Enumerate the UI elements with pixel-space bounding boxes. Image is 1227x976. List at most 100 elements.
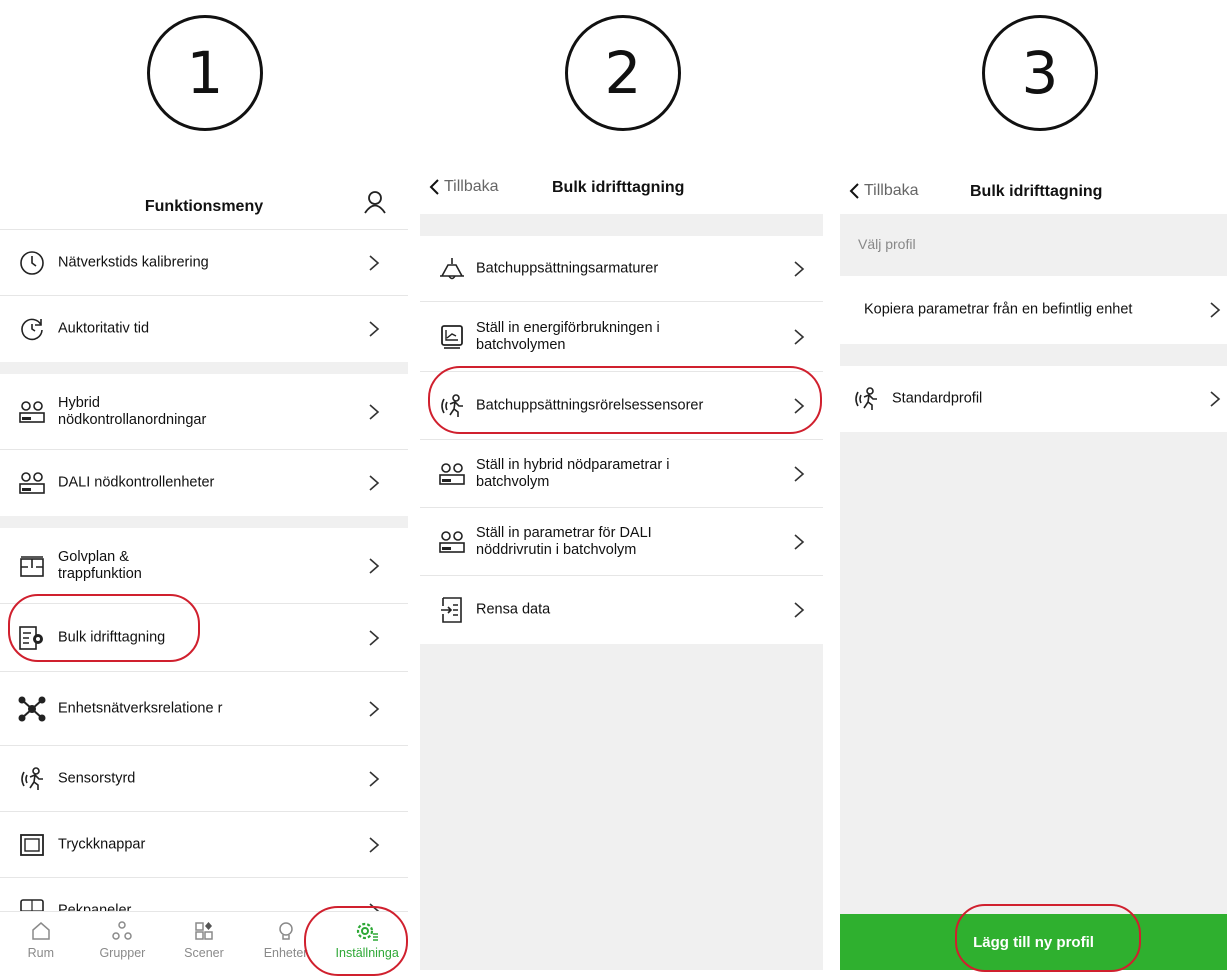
function-menu-screen: Funktionsmeny Nätverkstids kalibrering A… — [0, 160, 408, 970]
menu-item-label: Golvplan & trappfunktion — [58, 548, 142, 582]
ceiling-lamp-icon — [438, 255, 466, 283]
chevron-right-icon — [369, 475, 380, 491]
chevron-right-icon — [794, 328, 805, 345]
bulk-settings-icon — [18, 624, 46, 652]
header: Funktionsmeny — [0, 160, 408, 230]
section-divider — [840, 344, 1227, 366]
back-label: Tillbaka — [444, 178, 499, 195]
chevron-right-icon — [794, 397, 805, 414]
chevron-left-icon — [849, 183, 859, 199]
chevron-right-icon — [794, 602, 805, 618]
tab-label: Inställninga — [335, 946, 399, 960]
page-title: Bulk idrifttagning — [970, 183, 1103, 200]
header: Tillbaka Bulk idrifttagning — [420, 160, 823, 214]
item-label: Ställ in energiförbrukningen i batchvoly… — [476, 319, 660, 353]
menu-item-device-network-relations[interactable]: Enhetsnätverksrelatione r — [0, 672, 408, 746]
page-title: Funktionsmeny — [144, 198, 264, 215]
bottom-tab-bar: Rum Grupper Scener Enheter Inställninga — [0, 911, 408, 970]
chevron-right-icon — [794, 465, 805, 482]
motion-sensor-icon — [438, 392, 466, 420]
chevron-right-icon — [369, 254, 380, 271]
chevron-left-icon — [429, 179, 439, 195]
chevron-right-icon — [369, 321, 380, 337]
item-standard-profile[interactable]: Standardprofil — [840, 366, 1227, 432]
chevron-right-icon — [369, 629, 380, 646]
floorplan-icon — [18, 552, 46, 580]
item-label: Batchuppsättningsarmaturer — [476, 260, 659, 276]
item-batch-luminaires[interactable]: Batchuppsättningsarmaturer — [420, 236, 823, 302]
bulk-commissioning-screen: Tillbaka Bulk idrifttagning Batchuppsätt… — [420, 160, 823, 970]
user-profile-icon[interactable] — [364, 190, 386, 219]
bulb-icon — [278, 922, 293, 940]
emergency-device-icon — [18, 469, 46, 497]
menu-item-sensor-controlled[interactable]: Sensorstyrd — [0, 746, 408, 812]
tab-label: Enheter — [263, 946, 308, 960]
tab-label: Grupper — [99, 946, 146, 960]
chevron-right-icon — [369, 770, 380, 787]
menu-item-push-buttons[interactable]: Tryckknappar — [0, 812, 408, 878]
step-number-1: 1 — [147, 15, 263, 131]
header: Tillbaka Bulk idrifttagning — [840, 160, 1227, 214]
item-label: Ställ in parametrar för DALI nöddrivruti… — [476, 524, 652, 558]
clear-data-icon — [438, 596, 466, 624]
back-label: Tillbaka — [864, 182, 919, 199]
tab-scenes[interactable]: Scener — [163, 912, 245, 970]
item-label: Batchuppsättningsrörelsessensorer — [476, 397, 704, 413]
chevron-right-icon — [1210, 391, 1221, 407]
chevron-right-icon — [369, 557, 380, 574]
section-divider — [0, 362, 408, 374]
menu-item-bulk-commissioning[interactable]: Bulk idrifttagning — [0, 604, 408, 672]
back-button[interactable]: Tillbaka — [428, 178, 499, 196]
select-profile-screen: Tillbaka Bulk idrifttagning Välj profil … — [840, 160, 1227, 970]
push-button-icon — [18, 831, 46, 859]
tab-label: Rum — [27, 946, 54, 960]
menu-item-label: Nätverkstids kalibrering — [58, 254, 209, 270]
menu-item-floorplan[interactable]: Golvplan & trappfunktion — [0, 528, 408, 604]
home-icon — [32, 922, 50, 940]
menu-item-label: Auktoritativ tid — [58, 320, 150, 337]
item-label: Ställ in hybrid nödparametrar i batchvol… — [476, 456, 670, 490]
menu-item-label: Bulk idrifttagning — [58, 629, 166, 645]
item-label: Kopiera parametrar från en befintlig enh… — [864, 301, 1133, 318]
section-label: Välj profil — [858, 236, 916, 252]
step-number-3: 3 — [982, 15, 1098, 131]
menu-item-label: Tryckknappar — [58, 836, 146, 852]
item-label: Rensa data — [476, 601, 551, 618]
motion-sensor-icon — [852, 385, 880, 413]
chevron-right-icon — [794, 533, 805, 550]
tab-rooms[interactable]: Rum — [0, 912, 82, 970]
menu-item-label: DALI nödkontrollenheter — [58, 474, 215, 491]
chevron-right-icon — [794, 260, 805, 277]
item-batch-motion-sensors[interactable]: Batchuppsättningsrörelsessensorer — [420, 372, 823, 440]
chevron-right-icon — [369, 836, 380, 853]
item-copy-from-device[interactable]: Kopiera parametrar från en befintlig enh… — [840, 276, 1227, 344]
item-dali-emergency-params[interactable]: Ställ in parametrar för DALI nöddrivruti… — [420, 508, 823, 576]
chevron-right-icon — [1210, 302, 1221, 318]
add-new-profile-button[interactable]: Lägg till ny profil — [840, 914, 1227, 970]
menu-item-authoritative-time[interactable]: Auktoritativ tid — [0, 296, 408, 362]
item-energy-consumption[interactable]: Ställ in energiförbrukningen i batchvoly… — [420, 302, 823, 372]
emergency-device-icon — [438, 528, 466, 556]
menu-item-label: Hybrid nödkontrollanordningar — [58, 394, 207, 428]
section-header: Välj profil — [840, 214, 1227, 276]
tab-settings[interactable]: Inställninga — [326, 912, 408, 970]
groups-icon — [112, 921, 133, 940]
chevron-right-icon — [369, 700, 380, 717]
menu-item-network-time-calibration[interactable]: Nätverkstids kalibrering — [0, 230, 408, 296]
item-clear-data[interactable]: Rensa data — [420, 576, 823, 644]
energy-chart-icon — [438, 323, 466, 351]
item-hybrid-emergency-params[interactable]: Ställ in hybrid nödparametrar i batchvol… — [420, 440, 823, 508]
item-label: Standardprofil — [892, 390, 983, 407]
back-button[interactable]: Tillbaka — [848, 182, 919, 200]
page-title: Bulk idrifttagning — [552, 179, 685, 196]
tab-groups[interactable]: Grupper — [82, 912, 164, 970]
motion-sensor-icon — [18, 765, 46, 793]
menu-item-label: Sensorstyrd — [58, 770, 136, 786]
step-number-2: 2 — [565, 15, 681, 131]
tab-devices[interactable]: Enheter — [245, 912, 327, 970]
menu-item-dali-emergency[interactable]: DALI nödkontrollenheter — [0, 450, 408, 516]
network-icon — [18, 695, 46, 723]
tab-label: Scener — [184, 946, 224, 960]
emergency-device-icon — [438, 460, 466, 488]
menu-item-hybrid-emergency[interactable]: Hybrid nödkontrollanordningar — [0, 374, 408, 450]
